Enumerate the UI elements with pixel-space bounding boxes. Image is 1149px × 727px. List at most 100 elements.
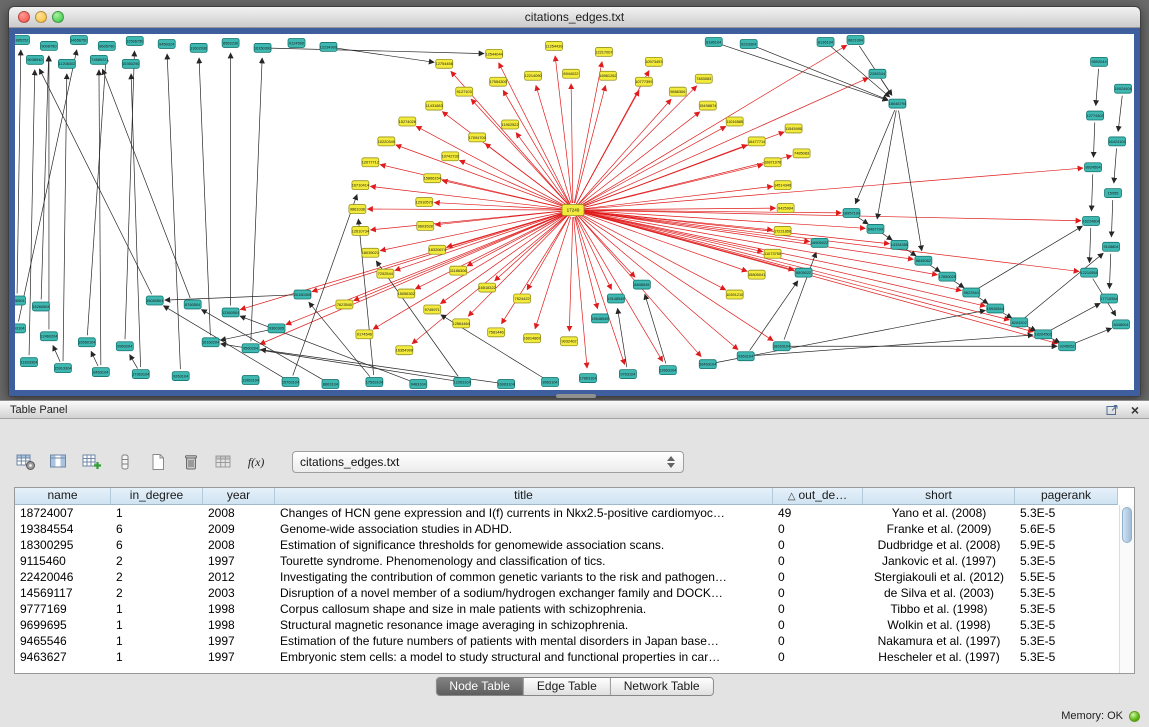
graph-node[interactable]: 16150392 [254,43,271,52]
graph-node[interactable]: 8204202 [1011,318,1028,327]
graph-node[interactable]: 7483083 [695,74,712,83]
new-table-icon[interactable] [146,450,170,474]
graph-node[interactable]: 8944022 [563,69,580,78]
graph-node[interactable]: 10742730 [442,152,459,161]
graph-node[interactable]: 9127103 [456,87,473,96]
graph-node[interactable]: 8845062 [915,256,932,265]
graph-node[interactable]: 14514346 [774,181,791,190]
graph-node[interactable]: 20160305 [294,290,311,299]
graph-node[interactable]: 10777399 [635,77,652,86]
graph-edge[interactable] [99,70,101,365]
graph-node[interactable]: 8363104 [15,324,25,333]
graph-edge[interactable] [367,209,566,210]
column-header-name[interactable]: name [15,488,111,505]
graph-node[interactable]: 16160204 [202,338,220,347]
graph-edge[interactable] [270,48,485,53]
graph-edge[interactable] [201,309,324,380]
table-row[interactable]: 977716911998Corpus callosum shape and si… [15,601,1134,617]
graph-edge[interactable] [579,213,726,290]
graph-node[interactable]: 9038940 [26,55,43,64]
graph-edge[interactable] [977,226,1082,289]
table-row[interactable]: 2242004622012Investigating the contribut… [15,569,1134,585]
graph-node[interactable]: 18957199 [843,209,860,218]
graph-node[interactable]: 8924504 [1085,163,1102,172]
graph-node[interactable]: 9960204 [116,342,133,351]
graph-edge[interactable] [499,63,570,204]
graph-node[interactable]: 11431683 [426,101,443,110]
graph-node[interactable]: 15913304 [54,364,72,373]
graph-edge[interactable] [755,47,888,100]
table-row[interactable]: 1872400712008Changes of HCN gene express… [15,505,1134,521]
graph-node[interactable]: 12077712 [362,158,379,167]
graph-edge[interactable] [370,211,566,230]
graph-node[interactable]: 9592044 [1091,57,1108,66]
table-row[interactable]: 1830029562008Estimation of significance … [15,537,1134,553]
graph-node[interactable]: 12774402 [1086,111,1103,120]
graph-node[interactable]: 9233304 [740,39,757,48]
table-row[interactable]: 946362711997Embryonic stem cells: a mode… [15,649,1134,665]
network-canvas[interactable]: 1724990324021601486775814461256446497459… [15,34,1134,390]
graph-node[interactable]: 15924404 [1114,84,1132,93]
graph-node[interactable]: 12234909 [320,42,337,51]
graph-edge[interactable] [102,69,190,298]
graph-node[interactable]: 1885252 [15,35,29,44]
graph-node[interactable]: 6467799 [867,224,884,233]
vertical-scrollbar-thumb[interactable] [1122,507,1132,543]
create-column-icon[interactable] [80,450,104,474]
graph-node[interactable]: 9245052 [1059,342,1076,351]
graph-edge[interactable] [1096,69,1099,106]
graph-edge[interactable] [877,110,896,219]
graph-edge[interactable] [535,217,571,329]
graph-edge[interactable] [29,70,35,355]
graph-edge[interactable] [569,217,572,331]
graph-node[interactable]: 9425904 [777,204,794,213]
graph-edge[interactable] [578,112,699,206]
graph-edge[interactable] [370,186,566,209]
graph-edge[interactable] [784,252,816,340]
tab-edge-table[interactable]: Edge Table [523,678,610,695]
graph-node[interactable]: 16354999 [396,346,413,355]
graph-edge[interactable] [1089,228,1090,263]
graph-edge[interactable] [260,213,567,344]
graph-node[interactable]: 18204502 [1035,330,1052,339]
graph-node[interactable]: 9174546 [356,330,373,339]
vertical-scrollbar[interactable] [1119,505,1134,673]
graph-edge[interactable] [471,99,568,205]
graph-node[interactable]: 16905022 [811,238,828,247]
graph-edge[interactable] [17,50,21,294]
minimize-button[interactable] [35,11,47,23]
function-builder-icon[interactable]: f(x) [245,450,269,474]
column-header-short[interactable]: short [863,488,1015,505]
graph-node[interactable]: 12663104 [659,366,677,375]
graph-node[interactable]: 11208302 [58,59,75,68]
graph-node[interactable]: 12263104 [454,378,472,387]
graph-node[interactable]: 8448004 [1113,320,1130,329]
graph-edge[interactable] [130,355,138,369]
graph-node[interactable]: 9861038 [349,205,366,214]
graph-node[interactable]: 9263104 [172,372,189,381]
graph-node[interactable]: 8463104 [92,368,109,377]
graph-edge[interactable] [855,110,894,204]
graph-node[interactable]: 16014867 [523,334,540,343]
graph-node[interactable]: 8505022 [795,268,812,277]
import-table-icon[interactable] [212,450,236,474]
graph-node[interactable]: 15060504 [146,296,164,305]
graph-node[interactable]: 9360305 [268,324,285,333]
graph-edge[interactable] [165,295,296,300]
graph-node[interactable]: 16961262 [599,71,616,80]
graph-node[interactable]: 8760504 [184,300,201,309]
graph-node[interactable]: 8963104 [542,378,559,387]
graph-node[interactable]: 8553230 [222,38,239,47]
graph-node[interactable]: 16463104 [699,360,717,369]
graph-node[interactable]: 12610734 [352,226,370,235]
graph-node[interactable]: 12754456 [436,59,453,68]
graph-node[interactable]: 11254439 [546,41,563,50]
graph-node[interactable]: 9108804 [1103,242,1120,251]
table-row[interactable]: 911546021997Tourette syndrome. Phenomeno… [15,553,1134,569]
table-row[interactable]: 946554611997Estimation of the future num… [15,633,1134,649]
graph-node[interactable]: 16477714 [748,137,766,146]
graph-node[interactable]: 9032402 [561,337,578,346]
graph-node[interactable]: 10871076 [764,158,781,167]
graph-node[interactable]: 12460204 [40,332,58,341]
graph-node[interactable]: 8848545 [633,280,650,289]
